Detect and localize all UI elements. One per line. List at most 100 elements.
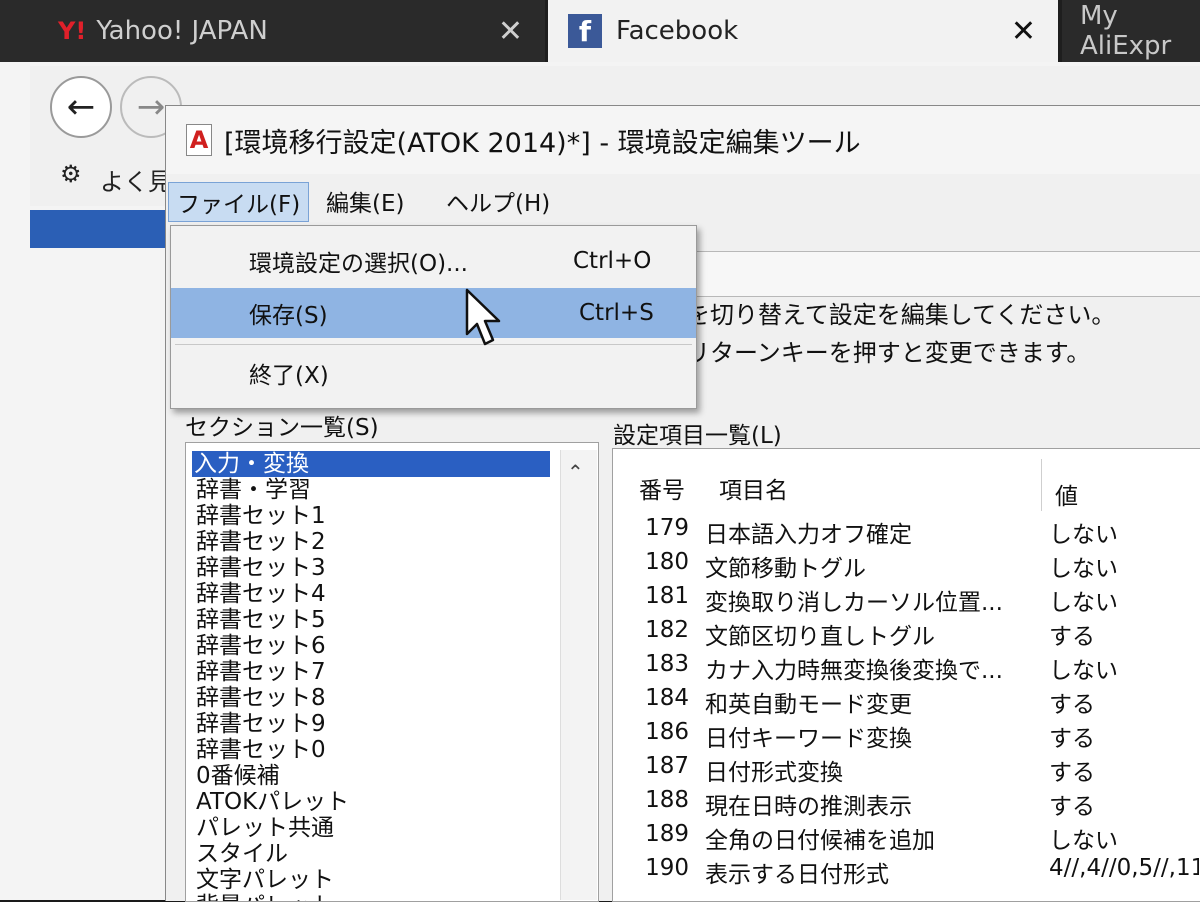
back-arrow-icon: ← — [66, 87, 96, 127]
section-list-label: セクション一覧(S) — [185, 415, 379, 441]
setting-name: 全角の日付候補を追加 — [705, 828, 935, 854]
close-tab-icon[interactable]: ✕ — [1011, 14, 1036, 49]
section-list-item[interactable]: スタイル — [196, 841, 288, 867]
column-header-number[interactable]: 番号 — [639, 471, 685, 505]
section-list-item[interactable]: 辞書セット1 — [196, 503, 326, 529]
setting-name: 日本語入力オフ確定 — [705, 522, 912, 548]
toolbar-panel — [686, 251, 1200, 297]
setting-number: 184 — [645, 685, 689, 711]
setting-number: 183 — [645, 651, 689, 677]
tab-aliexpress[interactable]: My AliExpr — [1062, 0, 1200, 62]
settings-row[interactable]: 183 カナ入力時無変換後変換で... しない — [613, 651, 1200, 684]
setting-value: しない — [1049, 590, 1118, 616]
setting-name: 文節移動トグル — [705, 556, 866, 582]
section-list-scrollbar[interactable]: ⌃ — [560, 450, 597, 900]
section-list-item[interactable]: 文字パレット — [196, 867, 334, 893]
section-list-item[interactable]: 辞書セット6 — [196, 633, 326, 659]
menu-item-label: 終了(X) — [249, 363, 329, 389]
menu-item-shortcut: Ctrl+O — [573, 248, 652, 274]
settings-row[interactable]: 182 文節区切り直しトグル する — [613, 617, 1200, 650]
setting-value: 4//,4//0,5//,11/ — [1049, 855, 1199, 881]
yahoo-favicon-icon: Y! — [58, 17, 87, 45]
instruction-text: を切り替えて設定を編集してください。 リターンキーを押すと変更できます。 — [686, 296, 1200, 416]
setting-value: しない — [1049, 522, 1118, 548]
section-list[interactable]: 入力・変換 辞書・学習 辞書セット1 辞書セット2 辞書セット3 辞書セット4 辞書セット5… — [185, 442, 599, 902]
menu-item-save[interactable]: 保存(S) Ctrl+S — [171, 288, 696, 338]
section-list-item[interactable]: 入力・変換 — [192, 451, 550, 477]
tab-label: My AliExpr — [1080, 1, 1172, 61]
setting-number: 182 — [645, 617, 689, 643]
tab-label: Facebook — [616, 16, 739, 46]
section-list-item[interactable]: 辞書セット9 — [196, 711, 326, 737]
tab-facebook[interactable]: f Facebook ✕ — [548, 0, 1058, 62]
column-divider[interactable] — [1041, 459, 1042, 511]
section-list-item[interactable]: 辞書セット8 — [196, 685, 326, 711]
chevron-up-icon[interactable]: ⌃ — [567, 460, 584, 484]
setting-name: 日付キーワード変換 — [705, 726, 912, 752]
setting-value: しない — [1049, 828, 1118, 854]
setting-value: する — [1049, 692, 1095, 718]
menu-bar: ファイル(F) 編集(E) ヘルプ(H) — [166, 178, 1200, 224]
setting-number: 186 — [645, 719, 689, 745]
menu-item-shortcut: Ctrl+S — [579, 300, 654, 326]
settings-row[interactable]: 181 変換取り消しカーソル位置... しない — [613, 583, 1200, 616]
back-button[interactable]: ← — [50, 76, 112, 138]
section-list-item[interactable]: 辞書セット7 — [196, 659, 326, 685]
setting-name: 表示する日付形式 — [705, 862, 889, 888]
tab-yahoo[interactable]: Y! Yahoo! JAPAN ✕ — [0, 0, 545, 62]
menu-file[interactable]: ファイル(F) — [168, 182, 310, 222]
settings-row[interactable]: 187 日付形式変換 する — [613, 753, 1200, 786]
setting-value: する — [1049, 624, 1095, 650]
column-header-name[interactable]: 項目名 — [719, 471, 788, 505]
gear-icon[interactable]: ⚙ — [60, 160, 82, 188]
section-list-item[interactable]: パレット共通 — [196, 815, 334, 841]
close-tab-icon[interactable]: ✕ — [498, 14, 523, 49]
menu-item-label: 環境設定の選択(O)... — [249, 251, 468, 277]
menu-edit[interactable]: 編集(E) — [318, 182, 412, 220]
section-list-item[interactable]: 辞書・学習 — [196, 477, 311, 503]
setting-value: する — [1049, 760, 1095, 786]
instruction-line: を切り替えて設定を編集してください。 — [686, 301, 1116, 329]
section-list-item[interactable]: 辞書セット5 — [196, 607, 326, 633]
setting-value: する — [1049, 794, 1095, 820]
setting-number: 189 — [645, 821, 689, 847]
settings-row[interactable]: 186 日付キーワード変換 する — [613, 719, 1200, 752]
settings-row[interactable]: 188 現在日時の推測表示 する — [613, 787, 1200, 820]
setting-number: 179 — [645, 515, 689, 541]
setting-number: 188 — [645, 787, 689, 813]
bookmark-label[interactable]: よく見 — [100, 162, 172, 197]
settings-list-label: 設定項目一覧(L) — [613, 423, 782, 449]
setting-name: 変換取り消しカーソル位置... — [705, 590, 1003, 616]
settings-row[interactable]: 180 文節移動トグル しない — [613, 549, 1200, 582]
setting-number: 180 — [645, 549, 689, 575]
section-list-item[interactable]: 背景パレット — [196, 893, 334, 901]
menu-item-exit[interactable]: 終了(X) — [171, 348, 696, 398]
settings-table[interactable]: 番号 項目名 値 179 日本語入力オフ確定 しない 180 文節移動トグル しない 181… — [612, 448, 1200, 902]
section-list-item[interactable]: 辞書セット4 — [196, 581, 326, 607]
setting-name: 現在日時の推測表示 — [705, 794, 912, 820]
setting-value: する — [1049, 726, 1095, 752]
settings-row[interactable]: 190 表示する日付形式 4//,4//0,5//,11/ — [613, 855, 1200, 888]
setting-number: 187 — [645, 753, 689, 779]
menu-help[interactable]: ヘルプ(H) — [438, 182, 558, 220]
section-list-item[interactable]: 辞書セット0 — [196, 737, 326, 763]
setting-value: しない — [1049, 658, 1118, 684]
section-list-item[interactable]: 辞書セット3 — [196, 555, 326, 581]
mouse-pointer-icon — [465, 288, 501, 346]
setting-number: 190 — [645, 855, 689, 881]
section-list-item[interactable]: 0番候補 — [196, 763, 280, 789]
facebook-favicon-icon: f — [568, 14, 602, 48]
tab-label: Yahoo! JAPAN — [96, 16, 268, 46]
menu-item-select-settings[interactable]: 環境設定の選択(O)... Ctrl+O — [171, 236, 696, 286]
settings-row[interactable]: 189 全角の日付候補を追加 しない — [613, 821, 1200, 854]
setting-name: 和英自動モード変更 — [705, 692, 912, 718]
settings-row[interactable]: 184 和英自動モード変更 する — [613, 685, 1200, 718]
file-dropdown-menu: 環境設定の選択(O)... Ctrl+O 保存(S) Ctrl+S 終了(X) — [170, 225, 697, 409]
instruction-line: リターンキーを押すと変更できます。 — [686, 339, 1091, 367]
column-header-value[interactable]: 値 — [1055, 477, 1078, 511]
menu-item-label: 保存(S) — [249, 303, 328, 329]
forward-arrow-icon: → — [136, 87, 166, 127]
settings-row[interactable]: 179 日本語入力オフ確定 しない — [613, 515, 1200, 548]
section-list-item[interactable]: 辞書セット2 — [196, 529, 326, 555]
section-list-item[interactable]: ATOKパレット — [196, 789, 349, 815]
